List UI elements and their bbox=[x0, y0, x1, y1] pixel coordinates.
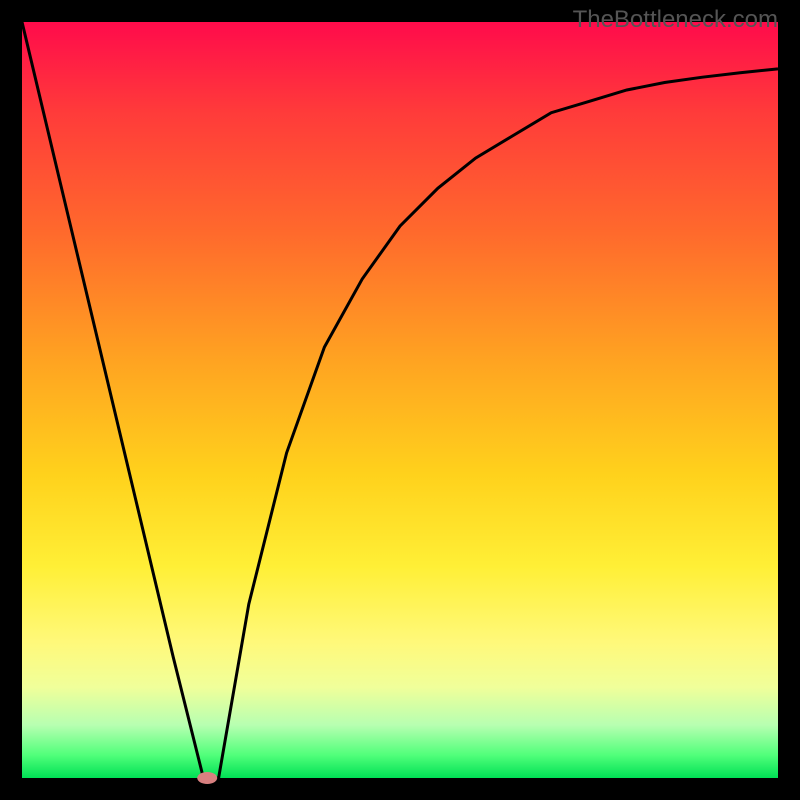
chart-curve bbox=[22, 22, 778, 778]
plot-frame bbox=[22, 22, 778, 778]
marker-dot bbox=[197, 772, 217, 784]
watermark-text: TheBottleneck.com bbox=[573, 6, 778, 34]
